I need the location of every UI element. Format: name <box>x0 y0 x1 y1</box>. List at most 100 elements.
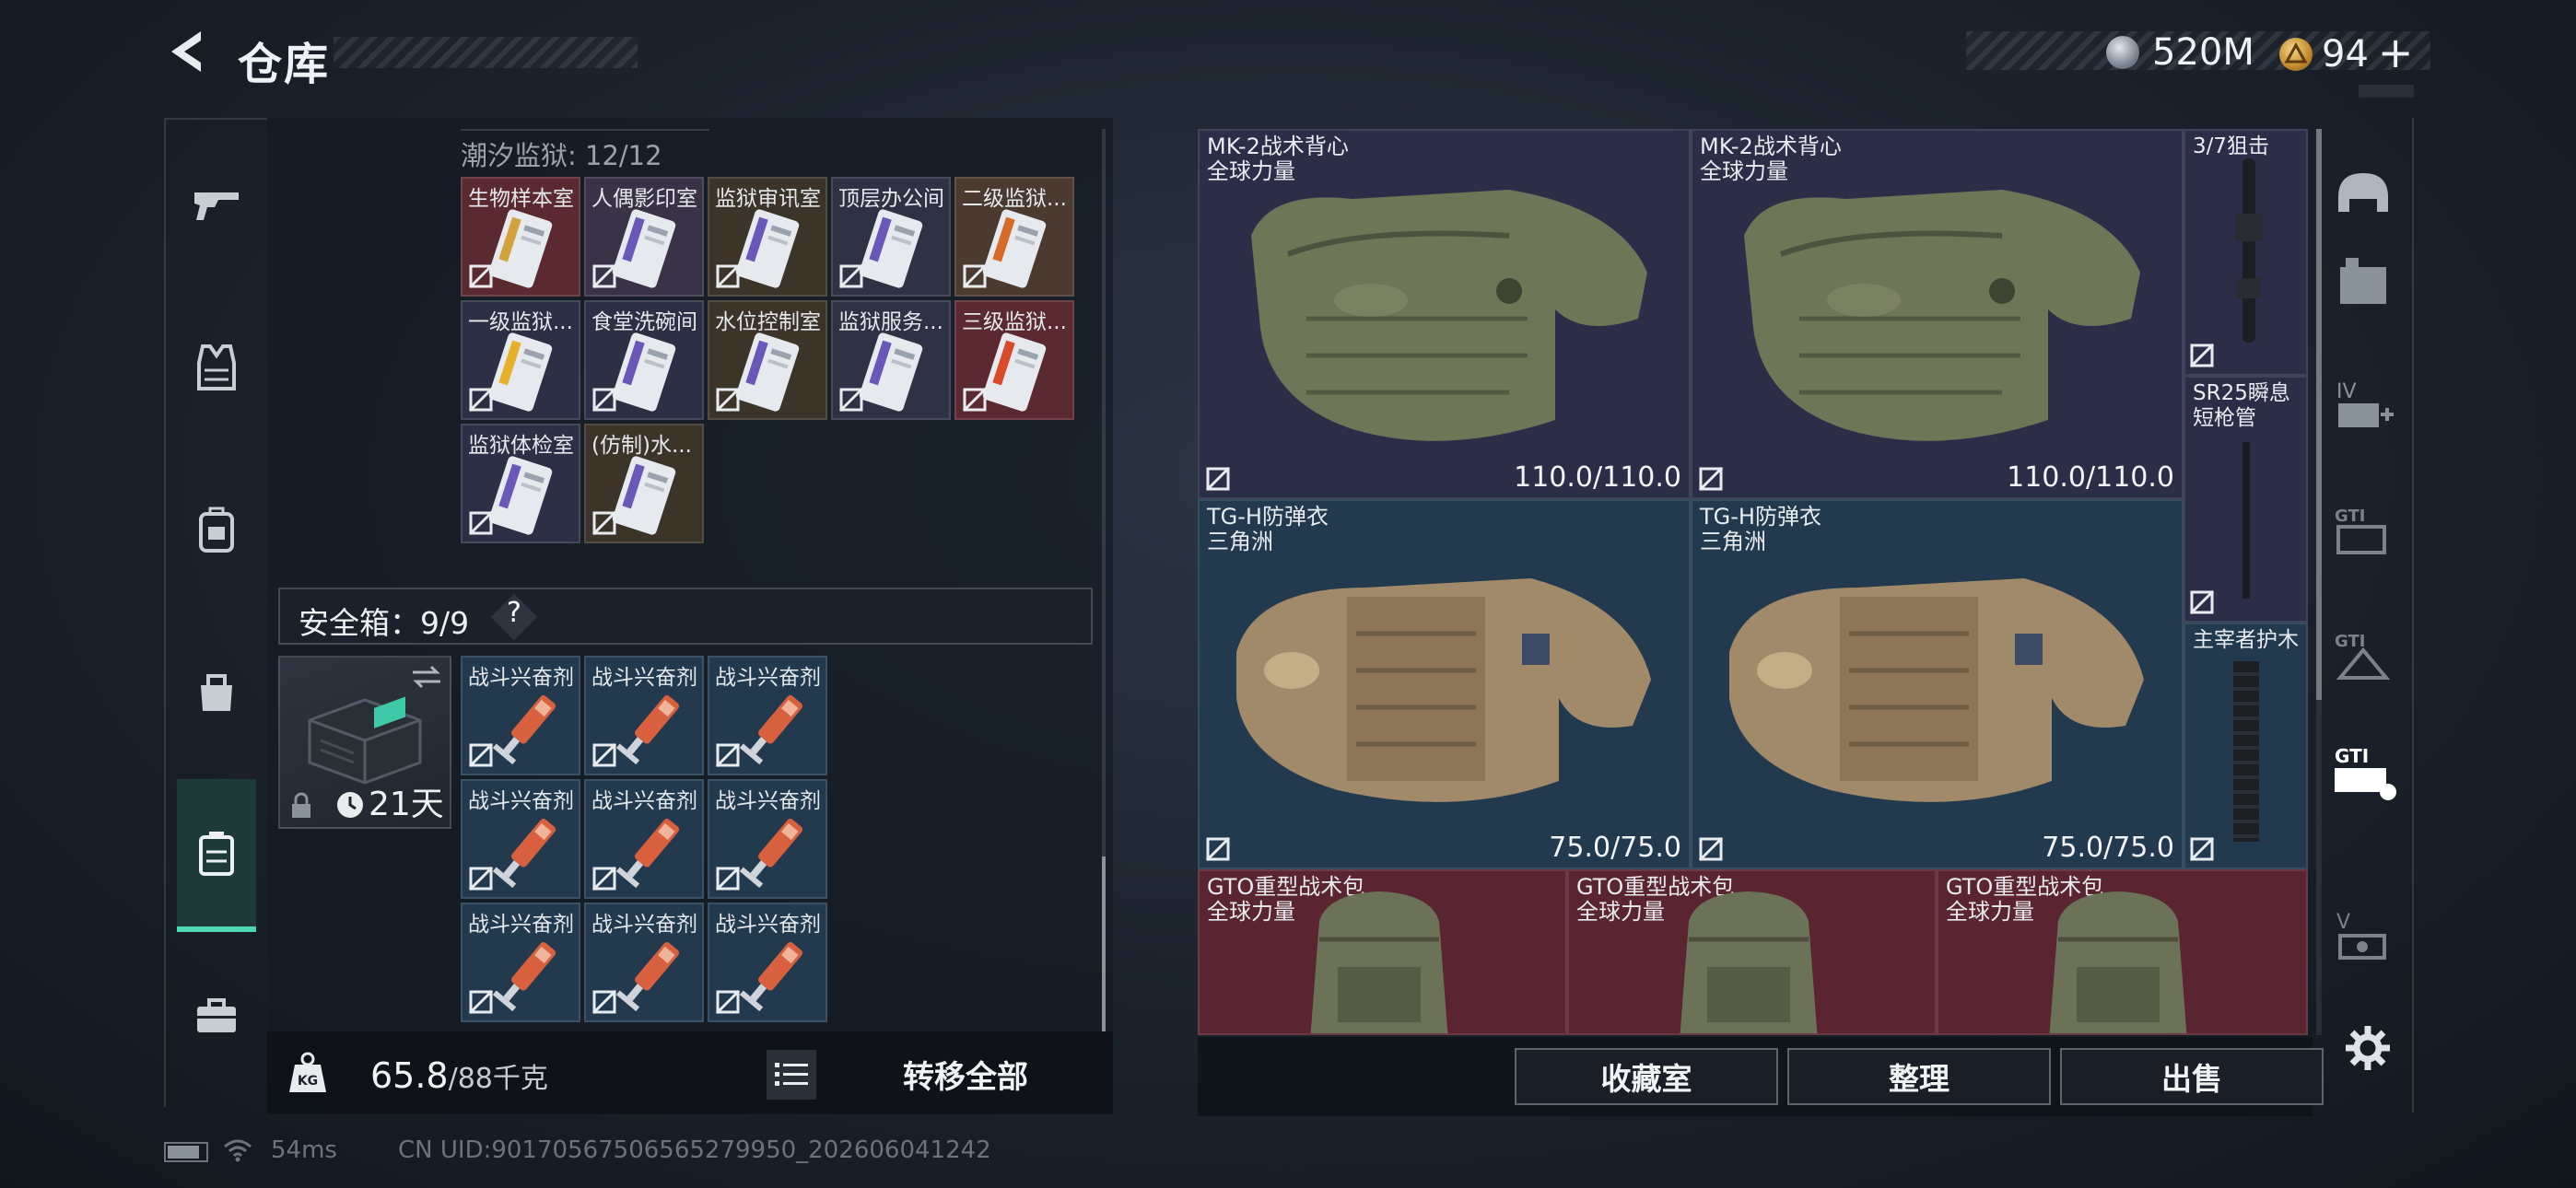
no-insure-icon <box>468 263 494 289</box>
keycard-slot[interactable]: 水位控制室 <box>708 300 827 420</box>
wifi-icon <box>224 1139 252 1162</box>
stimulant-slot[interactable]: 战斗兴奋剂 <box>708 903 827 1022</box>
equip-bag-1[interactable]: GTO重型战术包 全球力量 <box>1198 869 1567 1035</box>
keycard-icon <box>488 332 553 412</box>
keycard-icon <box>735 209 800 288</box>
keycard-label: 监狱服务... <box>838 310 943 334</box>
no-insure-icon <box>468 387 494 413</box>
level5-icon[interactable]: V <box>2331 904 2395 969</box>
transfer-all-button[interactable]: 转移全部 <box>829 1044 1102 1103</box>
category-nav <box>164 118 267 1107</box>
armor-illustration <box>1729 578 2144 802</box>
no-insure-icon <box>715 989 741 1015</box>
stimulant-slot[interactable]: 战斗兴奋剂 <box>584 903 704 1022</box>
armor-slot-icon[interactable] <box>2331 249 2395 313</box>
equip-bag-2[interactable]: GTO重型战术包 全球力量 <box>1567 869 1937 1035</box>
equip-scope-name: 3/7狙击 <box>2193 134 2270 158</box>
no-insure-icon <box>468 989 494 1015</box>
equip-handguard[interactable]: 主宰者护木 <box>2184 623 2308 869</box>
clock-icon <box>337 792 363 818</box>
keycard-slot[interactable]: 监狱服务... <box>831 300 951 420</box>
equip-armor-2[interactable]: TG-H防弹衣 三角洲 75.0/75.0 <box>1691 499 2184 869</box>
keycard-slot[interactable]: 二级监狱... <box>954 177 1074 297</box>
scope-illustration <box>2235 158 2263 343</box>
keycard-slot[interactable]: (仿制)水... <box>584 424 704 543</box>
pouch-icon <box>201 674 232 711</box>
svg-text:GTI: GTI <box>2335 745 2369 767</box>
ping: 54ms <box>271 1136 337 1164</box>
keycard-slot[interactable]: 生物样本室 <box>461 177 580 297</box>
weight-icon: KG <box>286 1050 330 1096</box>
bag-illustration <box>1680 891 1818 1033</box>
sort-button[interactable]: 整理 <box>1787 1048 2051 1105</box>
storage-scrollbar[interactable] <box>1102 129 1106 1031</box>
equip-vest-2[interactable]: MK-2战术背心 全球力量 110.0/110.0 <box>1691 129 2184 499</box>
keycard-slot[interactable]: 顶层办公间 <box>831 177 951 297</box>
keycard-slot[interactable]: 食堂洗碗间 <box>584 300 704 420</box>
equip-vest-2-name: MK-2战术背心 全球力量 <box>1700 134 1842 184</box>
list-view-button[interactable] <box>767 1050 816 1100</box>
keycard-slot[interactable]: 监狱审讯室 <box>708 177 827 297</box>
keycard-slot[interactable]: 三级监狱... <box>954 300 1074 420</box>
no-insure-icon <box>468 742 494 768</box>
back-arrow-icon[interactable] <box>164 28 208 76</box>
keycard-icon <box>859 332 923 412</box>
divider <box>461 129 709 131</box>
gti-chest-icon[interactable]: GTI <box>2331 623 2395 687</box>
equip-scope[interactable]: 3/7狙击 <box>2184 129 2308 376</box>
syringe-icon <box>615 942 680 1012</box>
keycard-label: 水位控制室 <box>715 310 821 334</box>
vest-illustration <box>1251 190 1647 441</box>
stimulant-slot[interactable]: 战斗兴奋剂 <box>584 779 704 899</box>
title-decoration <box>334 37 638 68</box>
nav-toolbox[interactable] <box>177 976 256 1055</box>
currency-secondary[interactable]: 94 + <box>2279 28 2414 77</box>
currency-primary[interactable]: 520M <box>2106 31 2254 74</box>
gti-icon[interactable]: GTI <box>2331 497 2395 562</box>
keycard-icon <box>488 456 553 535</box>
nav-weapons[interactable] <box>177 166 256 245</box>
helmet-icon[interactable] <box>2331 166 2395 230</box>
nav-armor[interactable] <box>177 328 256 407</box>
gti-rig-slot[interactable]: GTI <box>2331 740 2403 805</box>
keycard-slot[interactable]: 监狱体检室 <box>461 424 580 543</box>
stimulant-slot[interactable]: 战斗兴奋剂 <box>708 779 827 899</box>
stimulant-slot[interactable]: 战斗兴奋剂 <box>461 656 580 775</box>
level4-plus-icon[interactable]: IV <box>2331 372 2395 437</box>
stimulant-slot[interactable]: 战斗兴奋剂 <box>708 656 827 775</box>
equip-vest-1[interactable]: MK-2战术背心 全球力量 110.0/110.0 <box>1198 129 1691 499</box>
syringe-icon <box>739 819 803 889</box>
secure-case-illustration <box>308 696 422 785</box>
no-insure-icon <box>468 866 494 891</box>
equip-armor-1-name: TG-H防弹衣 三角洲 <box>1207 504 1329 554</box>
nav-pouch[interactable] <box>177 652 256 731</box>
secure-case-icon <box>199 832 234 876</box>
syringe-icon <box>492 942 556 1012</box>
stimulant-slot[interactable]: 战斗兴奋剂 <box>584 656 704 775</box>
secure-case-slot[interactable]: 21天 <box>278 656 451 829</box>
equip-barrel[interactable]: SR25瞬息 短枪管 <box>2184 376 2308 623</box>
syringe-icon <box>615 819 680 889</box>
sell-button[interactable]: 出售 <box>2060 1048 2324 1105</box>
no-insure-icon <box>1205 836 1231 862</box>
no-insure-icon <box>1698 836 1724 862</box>
stimulant-slot[interactable]: 战斗兴奋剂 <box>461 903 580 1022</box>
stimulant-slot[interactable]: 战斗兴奋剂 <box>461 779 580 899</box>
keycard-slot[interactable]: 人偶影印室 <box>584 177 704 297</box>
swap-icon[interactable] <box>411 665 442 689</box>
nav-secure-case[interactable] <box>177 779 256 932</box>
equip-armor-1[interactable]: TG-H防弹衣 三角洲 75.0/75.0 <box>1198 499 1691 869</box>
collection-button[interactable]: 收藏室 <box>1515 1048 1778 1105</box>
settings-gear-icon[interactable] <box>2344 1024 2392 1072</box>
armor-icon <box>197 344 236 390</box>
currency-add-button[interactable]: + <box>2378 28 2414 77</box>
no-insure-icon <box>838 263 864 289</box>
keycard-slot[interactable]: 一级监狱... <box>461 300 580 420</box>
equip-bag-3[interactable]: GTO重型战术包 全球力量 <box>1937 869 2308 1035</box>
svg-text:GTI: GTI <box>2335 632 2365 651</box>
no-insure-icon <box>2189 836 2215 862</box>
equip-armor-1-durability: 75.0/75.0 <box>1549 832 1681 864</box>
equip-handguard-name: 主宰者护木 <box>2193 628 2299 652</box>
keycard-label: 人偶影印室 <box>591 187 697 211</box>
nav-backpack[interactable] <box>177 490 256 569</box>
